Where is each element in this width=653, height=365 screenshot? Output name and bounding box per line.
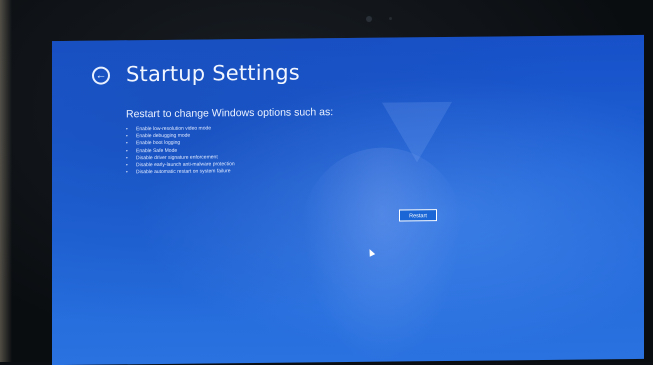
page-title: Startup Settings: [126, 60, 300, 87]
option-item: Disable automatic restart on system fail…: [126, 168, 235, 176]
webcam: [366, 16, 372, 22]
screen-reflection: [302, 146, 462, 365]
options-list: Enable low-resolution video mode Enable …: [126, 125, 235, 177]
screen-glare: [382, 101, 452, 163]
page-subtitle: Restart to change Windows options such a…: [126, 106, 334, 121]
photo-edge: [0, 0, 12, 362]
back-arrow-icon[interactable]: ←: [92, 66, 110, 85]
webcam-sensor: [389, 17, 392, 20]
restart-button[interactable]: Restart: [399, 209, 437, 222]
startup-settings-screen: ← Startup Settings Restart to change Win…: [52, 34, 644, 365]
